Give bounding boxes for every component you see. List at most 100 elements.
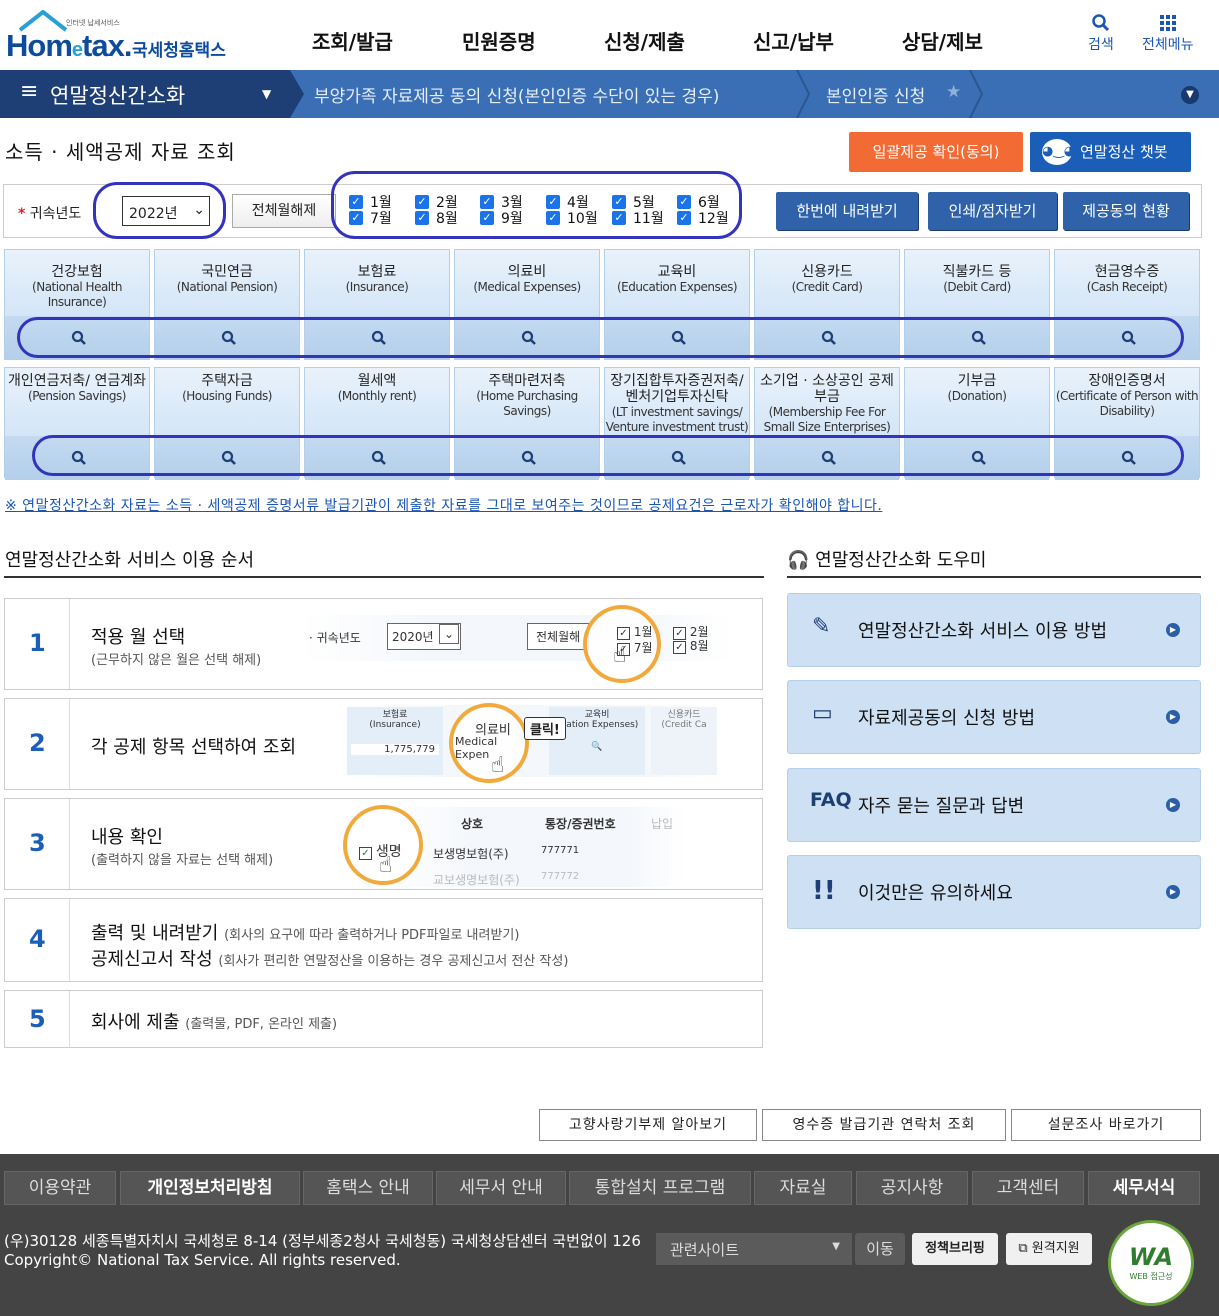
remote-support-link[interactable]: ⧉ 원격지원 (1006, 1233, 1092, 1265)
category-name: 개인연금저축/ 연금계좌 (8, 373, 146, 389)
faq-icon: FAQ (810, 789, 852, 811)
category-name: 신용카드 (801, 264, 853, 280)
category-name-en: (Donation) (947, 389, 1007, 403)
step2-illustration: 보험료 (Insurance) 1,775,779 교육비 ucation Expen… (341, 705, 717, 777)
arrow-right-icon: ▶ (1166, 885, 1180, 899)
exclamation-icon: !! (812, 876, 836, 906)
category-name: 주택마련저축 (488, 373, 566, 389)
notice-text[interactable]: ※ 연말정산간소화 자료는 소득 · 세액공제 증명서류 발급기관이 제출한 자… (5, 495, 882, 515)
all-months-off-button[interactable]: 전체월해제 (232, 194, 336, 228)
chevron-separator-icon (796, 70, 811, 118)
gnb-apply[interactable]: 신청/제출 (604, 26, 685, 55)
policy-briefing-link[interactable]: 정책브리핑 (912, 1233, 998, 1265)
consent-status-button[interactable]: 제공동의 현황 (1063, 192, 1189, 230)
section-divider (787, 576, 1201, 578)
logo-brand: Hometax. (6, 28, 132, 63)
helper-faq[interactable]: FAQ 자주 묻는 질문과 답변 ▶ (787, 768, 1201, 842)
all-menu-button[interactable]: 전체메뉴 (1142, 12, 1194, 54)
category-name: 건강보험 (51, 264, 103, 280)
footer-tab-1[interactable]: 이용약관 (4, 1171, 116, 1205)
category-name: 기부금 (957, 373, 997, 389)
download-all-button[interactable]: 한번에 내려받기 (776, 192, 918, 230)
helper-section-title: 🎧 연말정산간소화 도우미 (787, 550, 987, 571)
print-braille-button[interactable]: 인쇄/점자받기 (928, 192, 1057, 230)
category-name: 직불카드 등 (942, 264, 1012, 280)
receipt-issuer-contact-button[interactable]: 영수증 발급기관 연락처 조회 (762, 1109, 1006, 1141)
grid-menu-icon (1159, 15, 1176, 31)
hometown-donation-button[interactable]: 고향사랑기부제 알아보기 (539, 1109, 757, 1141)
category-name: 보험료 (357, 264, 397, 280)
category-name-en: (National Health Insurance) (32, 280, 122, 309)
nav-expand-icon[interactable]: ▼ (1181, 86, 1199, 104)
category-name: 교육비 (657, 264, 697, 280)
annotation-oval (331, 171, 742, 239)
web-accessibility-mark: WA WEB 접근성 (1108, 1220, 1194, 1306)
search-button[interactable]: 검색 (1088, 12, 1114, 54)
pointer-hand-icon: ☝ (613, 643, 627, 668)
category-name-en: (Membership Fee For Small Size Enterpris… (763, 405, 891, 434)
gnb-consult[interactable]: 상담/제보 (902, 26, 983, 55)
step1-illustration: · 귀속년도 2020년 ⌄ 전체월해 ✓ 2월 ✓ 8월 (301, 615, 731, 661)
step3-illustration: 상호 통장/증권번호 납입 보생명보험(주) 777771 교보생명보험(주) … (385, 807, 685, 887)
step-desc: (출력물, PDF, 온라인 제출) (185, 1017, 338, 1032)
highlight-ring: ✓ 1월 ✓ 7월 ☝ (583, 605, 661, 683)
helper-usage-guide[interactable]: ✎ 연말정산간소화 서비스 이용 방법 ▶ (787, 593, 1201, 667)
footer-tab-6[interactable]: 자료실 (754, 1171, 852, 1205)
breadcrumb-consent-apply[interactable]: 부양가족 자료제공 동의 신청(본인인증 수단이 있는 경우) (314, 82, 719, 107)
step-title: 출력 및 내려받기 (91, 923, 219, 944)
arrow-right-icon: ▶ (1166, 710, 1180, 724)
footer-tab-7[interactable]: 공지사항 (856, 1171, 968, 1205)
footer-address: (우)30128 세종특별자치시 국세청로 8-14 (정부세종2청사 국세청동… (4, 1232, 641, 1250)
category-name-en: (Cash Receipt) (1086, 280, 1168, 294)
annotation-oval (93, 182, 226, 239)
search-icon (1092, 14, 1109, 32)
survey-button[interactable]: 설문조사 바로가기 (1011, 1109, 1201, 1141)
current-menu-dropdown[interactable]: ≡ 연말정산간소화 ▼ (0, 70, 290, 118)
favorite-star-icon[interactable]: ★ (946, 82, 961, 102)
arrow-right-icon: ▶ (1166, 798, 1180, 812)
step-title-2: 공제신고서 작성 (91, 949, 213, 970)
annotation-oval (17, 317, 1184, 358)
category-name-en: (Certificate of Person with Disability) (1055, 389, 1199, 418)
category-name-en: (Medical Expenses) (473, 280, 581, 294)
category-name-en: (LT investment savings/ Venture investme… (605, 405, 749, 434)
go-button[interactable]: 이동 (855, 1233, 905, 1265)
annotation-oval (32, 435, 1184, 476)
chevron-separator-icon (290, 70, 304, 118)
step-title: 각 공제 항목 선택하여 조회 (91, 737, 297, 758)
category-name: 장애인증명서 (1088, 373, 1166, 389)
breadcrumb-auth-apply[interactable]: 본인인증 신청 (826, 82, 925, 107)
footer-tab-3[interactable]: 홈택스 안내 (303, 1171, 433, 1205)
footer: 이용약관 개인정보처리방침 홈택스 안내 세무서 안내 통합설치 프로그램 자료실 공지사항… (0, 1154, 1219, 1316)
footer-tab-8[interactable]: 고객센터 (972, 1171, 1084, 1205)
step-title: 회사에 제출 (91, 1012, 180, 1033)
arrow-right-icon: ▶ (1166, 623, 1180, 637)
caret-down-icon: ▼ (262, 87, 272, 101)
chevron-separator-icon (969, 70, 984, 118)
headset-icon: 🎧 (787, 550, 810, 571)
document-pen-icon: ✎ (812, 614, 831, 639)
gnb-report-pay[interactable]: 신고/납부 (753, 26, 834, 55)
bulk-consent-button[interactable]: 일괄제공 확인(동의) (849, 132, 1023, 172)
step-desc: (회사의 요구에 따라 출력하거나 PDF파일로 내려받기) (224, 928, 520, 943)
step-desc: (출력하지 않을 자료는 선택 해제) (91, 853, 274, 868)
step-title: 적용 월 선택 (91, 627, 186, 648)
footer-tab-5[interactable]: 통합설치 프로그램 (569, 1171, 751, 1205)
category-name: 현금영수증 (1094, 264, 1160, 280)
category-name: 소기업 · 소상공인 공제부금 (760, 373, 894, 405)
step-desc-2: (회사가 편리한 연말정산을 이용하는 경우 공제신고서 전산 작성) (218, 954, 569, 969)
related-sites-select[interactable]: 관련사이트 ▼ (656, 1233, 852, 1265)
location-nav-bar: ≡ 연말정산간소화 ▼ 부양가족 자료제공 동의 신청(본인인증 수단이 있는 … (0, 70, 1219, 118)
hometax-logo[interactable]: 인터넷 납세서비스 Hometax. 국세청홈택스 (4, 8, 234, 63)
footer-tab-4[interactable]: 세무서 안내 (436, 1171, 566, 1205)
gnb-inquiry[interactable]: 조회/발급 (312, 26, 393, 55)
footer-tab-2[interactable]: 개인정보처리방침 (120, 1171, 300, 1205)
helper-consent-guide[interactable]: ▭ 자료제공동의 신청 방법 ▶ (787, 680, 1201, 754)
footer-tab-9[interactable]: 세무서식 (1088, 1171, 1200, 1205)
helper-caution[interactable]: !! 이것만은 유의하세요 ▶ (787, 855, 1201, 929)
gnb-certificate[interactable]: 민원증명 (462, 26, 536, 55)
steps-section-title: 연말정산간소화 서비스 이용 순서 (5, 550, 255, 571)
logo-subtitle: 인터넷 납세서비스 (66, 19, 120, 27)
chatbot-button[interactable]: ◕‿◕ 연말정산 챗봇 (1030, 132, 1191, 172)
click-tooltip: 클릭! (524, 717, 566, 740)
